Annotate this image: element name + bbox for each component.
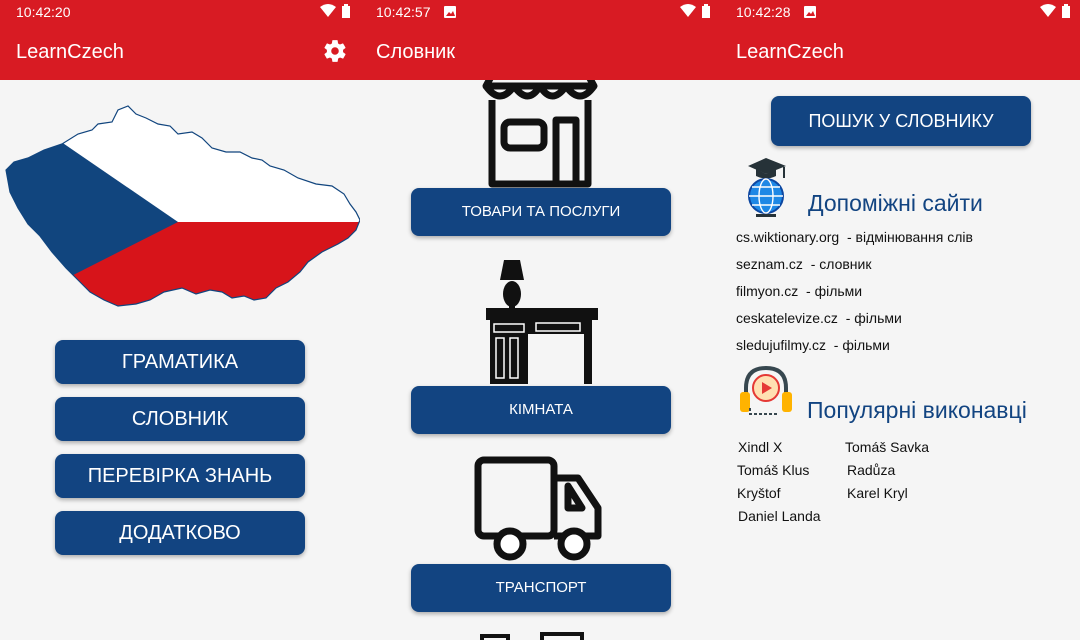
site-row: seznam.cz - словник [736, 256, 871, 272]
image-notification-icon [444, 6, 456, 18]
image-notification-icon [804, 6, 816, 18]
site-description: - відмінювання слів [847, 229, 973, 245]
app-bar: LearnCzech [0, 24, 360, 80]
globe-graduation-icon [748, 158, 786, 217]
dictionary-search-button[interactable]: ПОШУК У СЛОВНИКУ [771, 96, 1031, 146]
category-goods-services-button[interactable]: ТОВАРИ ТА ПОСЛУГИ [411, 188, 671, 236]
category-room-button[interactable]: КІМНАТА [411, 386, 671, 434]
artist-name: Tomáš Klus [737, 462, 810, 478]
additional-button[interactable]: ДОДАТКОВО [55, 511, 305, 555]
app-bar: Словник [360, 24, 720, 80]
artist-name: Kryštof [737, 485, 781, 501]
site-link[interactable]: cs.wiktionary.org [736, 229, 839, 245]
status-time: 10:42:57 [376, 4, 431, 20]
site-link[interactable]: ceskatelevize.cz [736, 310, 838, 326]
status-bar: 10:42:57 [360, 0, 720, 24]
artist-name: Xindl X [738, 439, 783, 455]
dictionary-button[interactable]: СЛОВНИК [55, 397, 305, 441]
site-description: - словник [810, 256, 872, 272]
status-bar: 10:42:28 [720, 0, 1080, 24]
knowledge-test-button[interactable]: ПЕРЕВІРКА ЗНАНЬ [55, 454, 305, 498]
truck-icon [474, 456, 602, 561]
site-row: cs.wiktionary.org - відмінювання слів [736, 229, 973, 245]
site-description: - фільми [845, 310, 902, 326]
room-desk-icon [486, 260, 598, 384]
wifi-icon [1040, 4, 1056, 17]
site-row: sledujufilmy.cz - фільми [736, 337, 890, 353]
status-time: 10:42:20 [16, 4, 71, 20]
main-menu-screen: 10:42:20 LearnCzech ГРАМАТИКА СЛОВНИК ПЕ… [0, 0, 360, 640]
wifi-icon [680, 4, 696, 17]
app-title: LearnCzech [16, 41, 124, 63]
category-transport-button[interactable]: ТРАНСПОРТ [411, 564, 671, 612]
app-title: Словник [376, 41, 456, 63]
gear-icon[interactable] [322, 38, 348, 64]
artist-name: Tomáš Savka [845, 439, 930, 455]
battery-icon [1062, 4, 1070, 18]
helper-sites-title: Допоміжні сайти [808, 190, 983, 216]
artist-name: Daniel Landa [738, 508, 821, 524]
site-row: filmyon.cz - фільми [736, 283, 862, 299]
grammar-button[interactable]: ГРАМАТИКА [55, 340, 305, 384]
site-row: ceskatelevize.cz - фільми [736, 310, 902, 326]
artist-name: Radůza [847, 462, 896, 478]
artist-name: Karel Kryl [847, 485, 908, 501]
dictionary-screen: 10:42:57 Словник ТОВАРИ ТА ПОСЛУГИ КІМНА… [360, 0, 720, 640]
headphones-music-icon [740, 365, 792, 415]
site-link[interactable]: seznam.cz [736, 256, 803, 272]
status-icons [1040, 4, 1070, 18]
battery-icon [342, 4, 350, 18]
status-time: 10:42:28 [736, 4, 791, 20]
additional-screen: 10:42:28 LearnCzech ПОШУК У СЛОВНИКУ Доп… [720, 0, 1080, 640]
site-link[interactable]: filmyon.cz [736, 283, 798, 299]
app-title: LearnCzech [736, 41, 844, 63]
wifi-icon [320, 4, 336, 17]
czech-map-flag [5, 105, 360, 307]
popular-artists-title: Популярні виконавці [807, 397, 1027, 423]
status-icons [680, 4, 710, 18]
next-category-icon [480, 632, 584, 640]
site-description: - фільми [806, 283, 863, 299]
site-description: - фільми [833, 337, 890, 353]
status-bar: 10:42:20 [0, 0, 360, 24]
app-bar: LearnCzech [720, 24, 1080, 80]
site-link[interactable]: sledujufilmy.cz [736, 337, 826, 353]
battery-icon [702, 4, 710, 18]
status-icons [320, 4, 350, 18]
